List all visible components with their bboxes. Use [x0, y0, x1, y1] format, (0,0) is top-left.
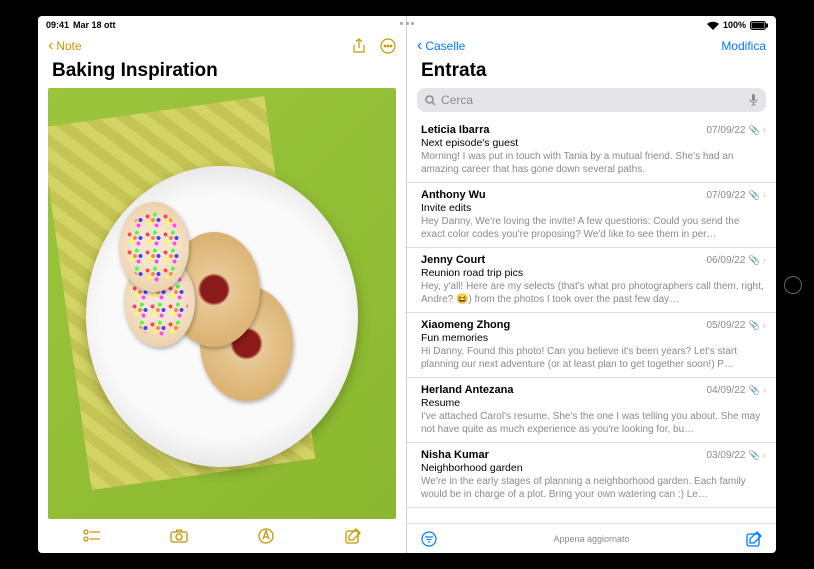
- attachment-icon: 📎: [748, 450, 759, 461]
- ipad-frame: 09:41 Mar 18 ott ‹ Note: [0, 0, 814, 569]
- chevron-right-icon: ›: [763, 255, 766, 266]
- status-time: 09:41: [46, 20, 69, 30]
- chevron-left-icon: ‹: [48, 37, 53, 55]
- mail-item[interactable]: Herland Antezana 04/09/22 📎 › Resume I'v…: [407, 378, 776, 443]
- mail-item[interactable]: Nisha Kumar 03/09/22 📎 › Neighborhood ga…: [407, 443, 776, 508]
- mail-back-label: Caselle: [425, 39, 465, 53]
- share-icon[interactable]: [352, 38, 366, 54]
- mail-sender: Nisha Kumar: [421, 449, 489, 461]
- mail-subject: Reunion road trip pics: [421, 267, 766, 279]
- mail-item[interactable]: Xiaomeng Zhong 05/09/22 📎 › Fun memories…: [407, 313, 776, 378]
- notes-toolbar: [38, 519, 406, 553]
- mail-preview: Hey Danny, We're loving the invite! A fe…: [421, 215, 766, 241]
- mail-preview: Morning! I was put in touch with Tania b…: [421, 150, 766, 176]
- notes-back-button[interactable]: ‹ Note: [48, 37, 82, 55]
- attachment-icon: 📎: [748, 190, 759, 201]
- status-bar-left: 09:41 Mar 18 ott: [38, 16, 406, 32]
- wifi-icon: [707, 21, 719, 30]
- mail-sender: Anthony Wu: [421, 189, 486, 201]
- notes-nav-bar: ‹ Note: [38, 32, 406, 60]
- mail-item[interactable]: Anthony Wu 07/09/22 📎 › Invite edits Hey…: [407, 183, 776, 248]
- mail-date: 06/09/22: [707, 255, 746, 266]
- note-body[interactable]: [38, 88, 406, 519]
- mail-status-text: Appena aggiornato: [553, 534, 629, 544]
- home-button[interactable]: [784, 276, 802, 294]
- notes-back-label: Note: [56, 39, 81, 53]
- mail-date: 03/09/22: [707, 450, 746, 461]
- compose-mail-icon[interactable]: [746, 531, 762, 547]
- mail-date: 04/09/22: [707, 385, 746, 396]
- mail-subject: Fun memories: [421, 332, 766, 344]
- status-date: Mar 18 ott: [73, 20, 116, 30]
- attachment-icon: 📎: [748, 320, 759, 331]
- mail-item[interactable]: Leticia Ibarra 07/09/22 📎 › Next episode…: [407, 118, 776, 183]
- markup-icon[interactable]: [257, 527, 275, 545]
- chevron-right-icon: ›: [763, 320, 766, 331]
- mail-app-pane: 100% ‹ Caselle Modifica Entrata: [407, 16, 776, 553]
- mail-edit-button[interactable]: Modifica: [721, 39, 766, 53]
- compose-icon[interactable]: [344, 527, 362, 545]
- mail-list[interactable]: Leticia Ibarra 07/09/22 📎 › Next episode…: [407, 118, 776, 523]
- mail-sender: Xiaomeng Zhong: [421, 319, 510, 331]
- battery-icon: [750, 21, 768, 30]
- notes-app-pane: 09:41 Mar 18 ott ‹ Note: [38, 16, 407, 553]
- filter-icon[interactable]: [421, 531, 437, 547]
- mail-subject: Neighborhood garden: [421, 462, 766, 474]
- mail-preview: Hi Danny, Found this photo! Can you beli…: [421, 345, 766, 371]
- mail-subject: Next episode's guest: [421, 137, 766, 149]
- attachment-icon: 📎: [748, 255, 759, 266]
- chevron-right-icon: ›: [763, 450, 766, 461]
- mail-sender: Leticia Ibarra: [421, 124, 489, 136]
- mail-date: 07/09/22: [707, 125, 746, 136]
- search-input[interactable]: Cerca: [417, 88, 766, 112]
- mail-item[interactable]: Jenny Court 06/09/22 📎 › Reunion road tr…: [407, 248, 776, 313]
- mail-sender: Herland Antezana: [421, 384, 514, 396]
- attachment-icon: 📎: [748, 385, 759, 396]
- mail-preview: I've attached Carol's resume. She's the …: [421, 410, 766, 436]
- battery-pct: 100%: [723, 20, 746, 30]
- chevron-right-icon: ›: [763, 190, 766, 201]
- camera-icon[interactable]: [170, 527, 188, 545]
- search-icon: [425, 95, 436, 106]
- mail-title: Entrata: [407, 60, 776, 88]
- chevron-left-icon: ‹: [417, 37, 422, 55]
- search-placeholder: Cerca: [441, 93, 744, 107]
- mail-preview: Hey, y'all! Here are my selects (that's …: [421, 280, 766, 306]
- mail-preview: We're in the early stages of planning a …: [421, 475, 766, 501]
- mail-sender: Jenny Court: [421, 254, 485, 266]
- mail-subject: Resume: [421, 397, 766, 409]
- screen: 09:41 Mar 18 ott ‹ Note: [38, 16, 776, 553]
- status-bar-right: 100%: [407, 16, 776, 32]
- chevron-right-icon: ›: [763, 125, 766, 136]
- more-icon[interactable]: [380, 38, 396, 54]
- mic-icon[interactable]: [749, 94, 758, 106]
- multitask-dots-icon[interactable]: [400, 22, 414, 25]
- mail-date: 05/09/22: [707, 320, 746, 331]
- mail-nav-bar: ‹ Caselle Modifica: [407, 32, 776, 60]
- chevron-right-icon: ›: [763, 385, 766, 396]
- mail-footer: Appena aggiornato: [407, 523, 776, 553]
- mail-subject: Invite edits: [421, 202, 766, 214]
- note-image[interactable]: [48, 88, 396, 519]
- note-title: Baking Inspiration: [38, 60, 406, 88]
- mail-back-button[interactable]: ‹ Caselle: [417, 37, 465, 55]
- mail-date: 07/09/22: [707, 190, 746, 201]
- attachment-icon: 📎: [748, 125, 759, 136]
- checklist-icon[interactable]: [83, 527, 101, 545]
